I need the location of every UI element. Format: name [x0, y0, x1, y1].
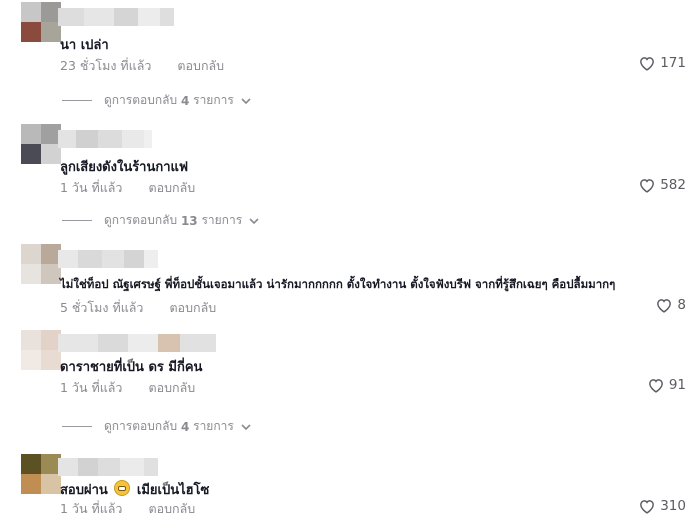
avatar[interactable] — [21, 2, 61, 42]
replies-suffix: รายการ — [201, 213, 243, 227]
comment-text: ลูกเสียงดังในร้านกาแฟ — [60, 160, 189, 175]
comment-text: ดาราชายที่เป็น ดร มีกี่คน — [60, 360, 203, 375]
comment-meta: 5 ชั่วโมง ที่แล้ว ตอบกลับ — [60, 298, 216, 318]
comment-time: 1 วัน ที่แล้ว — [60, 501, 123, 516]
comment-text-part: สอบผ่าน — [60, 483, 108, 498]
grimacing-face-icon — [114, 480, 131, 496]
like-count: 8 — [677, 297, 686, 313]
like-button[interactable]: 582 — [638, 177, 686, 193]
comment-time: 1 วัน ที่แล้ว — [60, 180, 123, 195]
replies-count: 13 — [180, 213, 198, 228]
comment-time: 5 ชั่วโมง ที่แล้ว — [60, 300, 144, 315]
comment-text: นา เปล่า — [60, 38, 109, 53]
comment-time: 23 ชั่วโมง ที่แล้ว — [60, 58, 152, 73]
view-replies-button[interactable]: ดูการตอบกลับ 4 รายการ — [62, 417, 251, 436]
comment-meta: 1 วัน ที่แล้ว ตอบกลับ — [60, 499, 195, 519]
avatar[interactable] — [21, 330, 61, 370]
comment-meta: 1 วัน ที่แล้ว ตอบกลับ — [60, 378, 195, 398]
view-replies-button[interactable]: ดูการตอบกลับ 13 รายการ — [62, 211, 259, 230]
username-blurred[interactable] — [58, 334, 216, 352]
comment-text-part: เมียเป็นไฮโซ — [136, 483, 210, 498]
username-blurred[interactable] — [58, 458, 158, 476]
like-button[interactable]: 171 — [638, 55, 686, 71]
heart-icon — [648, 379, 663, 393]
replies-count: 4 — [180, 419, 190, 434]
like-button[interactable]: 310 — [638, 498, 686, 514]
comment-meta: 23 ชั่วโมง ที่แล้ว ตอบกลับ — [60, 56, 224, 76]
view-replies-button[interactable]: ดูการตอบกลับ 4 รายการ — [62, 91, 251, 110]
like-button[interactable]: 91 — [647, 377, 686, 393]
like-button[interactable]: 8 — [655, 297, 686, 313]
chevron-down-icon — [241, 423, 251, 430]
reply-button[interactable]: ตอบกลับ — [169, 300, 216, 315]
replies-suffix: รายการ — [193, 93, 234, 107]
avatar[interactable] — [21, 124, 61, 164]
chevron-down-icon — [249, 217, 259, 224]
replies-prefix: ดูการตอบกลับ — [104, 213, 178, 227]
reply-button[interactable]: ตอบกลับ — [177, 58, 224, 73]
comment-text: ไม่ใช่ท็อป ณัฐเศรษฐ์ พี่ท็อปชั้นเจอมาแล้… — [60, 277, 616, 291]
heart-icon — [640, 57, 655, 71]
replies-prefix: ดูการตอบกลับ — [104, 93, 178, 107]
reply-button[interactable]: ตอบกลับ — [148, 180, 195, 195]
username-blurred[interactable] — [58, 130, 152, 148]
divider — [62, 426, 92, 427]
comment-meta: 1 วัน ที่แล้ว ตอบกลับ — [60, 178, 195, 198]
chevron-down-icon — [241, 97, 251, 104]
like-count: 91 — [668, 377, 686, 393]
divider — [62, 220, 92, 221]
like-count: 582 — [660, 177, 686, 193]
heart-icon — [657, 299, 672, 313]
avatar[interactable] — [21, 454, 61, 494]
avatar[interactable] — [21, 244, 61, 284]
username-blurred[interactable] — [58, 8, 174, 26]
like-count: 171 — [660, 55, 686, 71]
username-blurred[interactable] — [58, 250, 158, 268]
reply-button[interactable]: ตอบกลับ — [148, 380, 195, 395]
like-count: 310 — [660, 498, 686, 514]
reply-button[interactable]: ตอบกลับ — [148, 501, 195, 516]
heart-icon — [640, 179, 655, 193]
comment-text: สอบผ่าน เมียเป็นไฮโซ — [60, 479, 209, 500]
comment-time: 1 วัน ที่แล้ว — [60, 380, 123, 395]
divider — [62, 100, 92, 101]
heart-icon — [640, 500, 655, 514]
replies-count: 4 — [180, 93, 190, 108]
replies-suffix: รายการ — [193, 419, 234, 433]
replies-prefix: ดูการตอบกลับ — [104, 419, 178, 433]
